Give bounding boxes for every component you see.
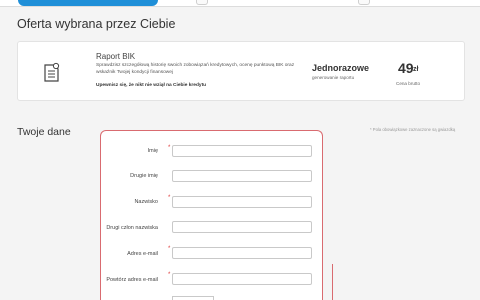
required-star: *	[168, 272, 171, 278]
price-currency: zł	[413, 66, 419, 73]
side-marker	[332, 264, 333, 300]
required-star: *	[168, 246, 171, 252]
email-input[interactable]	[172, 247, 312, 259]
step-indicator	[196, 0, 208, 5]
step-indicator	[358, 0, 370, 5]
first-name-label: Imię	[147, 148, 158, 154]
required-star: *	[168, 195, 171, 201]
email-label: Adres e-mail	[127, 251, 158, 257]
second-surname-input[interactable]	[172, 221, 312, 233]
offer-name: Raport BIK	[96, 52, 136, 61]
section-title: Twoje dane	[17, 126, 71, 138]
required-fields-note: * Pola obowiązkowe zaznaczone są gwiazdk…	[370, 127, 456, 132]
last-name-input[interactable]	[172, 196, 312, 208]
email-repeat-input[interactable]	[172, 273, 312, 285]
frequency-sublabel: generowanie raportu	[312, 75, 355, 80]
last-name-label: Nazwisko	[134, 199, 158, 205]
offer-description: Sprawdzisz szczegółową historię swoich z…	[96, 63, 295, 75]
second-surname-label: Drugi człon nazwiska	[106, 225, 158, 231]
email-repeat-label: Powtórz adres e-mail	[106, 277, 158, 283]
price-value: 49	[398, 60, 414, 76]
offer-note: Upewnisz się, że nikt nie wziął na Ciebi…	[96, 83, 207, 88]
price-sublabel: Cena brutto	[396, 81, 421, 86]
frequency-label: Jednorazowe	[312, 63, 370, 73]
progress-stepper	[0, 0, 480, 7]
middle-name-label: Drugie imię	[130, 173, 158, 179]
document-icon	[44, 62, 60, 82]
next-field-input[interactable]	[172, 296, 214, 300]
first-name-input[interactable]	[172, 145, 312, 157]
offer-heading: Oferta wybrana przez Ciebie	[17, 17, 176, 31]
offer-card: Raport BIK Sprawdzisz szczegółową histor…	[17, 41, 465, 101]
middle-name-input[interactable]	[172, 170, 312, 182]
step-active-indicator	[18, 0, 158, 6]
required-star: *	[168, 145, 171, 151]
